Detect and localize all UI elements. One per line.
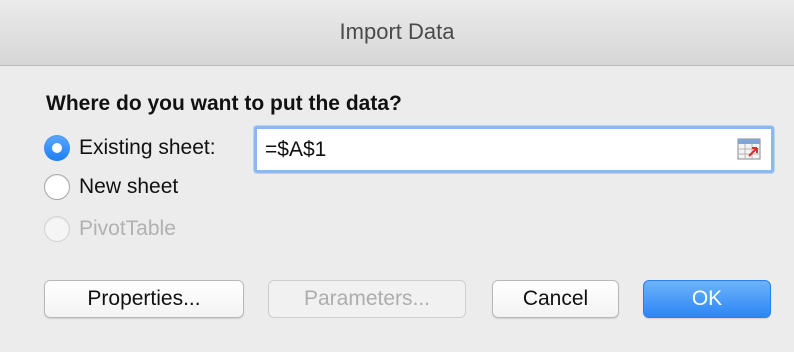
dialog-title: Import Data — [339, 19, 455, 44]
title-bar[interactable]: Import Data — [0, 0, 794, 66]
ok-button[interactable]: OK — [643, 280, 771, 318]
new-sheet-label: New sheet — [79, 175, 179, 198]
parameters-button: Parameters... — [268, 280, 466, 318]
import-data-dialog: Import Data Where do you want to put the… — [0, 0, 794, 352]
pivottable-option: PivotTable — [44, 214, 176, 244]
pivottable-label: PivotTable — [79, 217, 176, 240]
cancel-button[interactable]: Cancel — [492, 280, 619, 318]
existing-sheet-option[interactable]: Existing sheet: — [44, 133, 216, 163]
new-sheet-option[interactable]: New sheet — [44, 172, 178, 202]
existing-sheet-radio[interactable] — [44, 135, 70, 161]
range-selector-icon[interactable] — [737, 138, 761, 160]
new-sheet-radio[interactable] — [44, 174, 70, 200]
cell-reference-input[interactable] — [265, 133, 725, 167]
cell-reference-field[interactable] — [254, 126, 774, 173]
destination-question: Where do you want to put the data? — [46, 92, 402, 115]
properties-button[interactable]: Properties... — [44, 280, 244, 318]
existing-sheet-label: Existing sheet: — [79, 136, 216, 159]
pivottable-radio — [44, 216, 70, 242]
